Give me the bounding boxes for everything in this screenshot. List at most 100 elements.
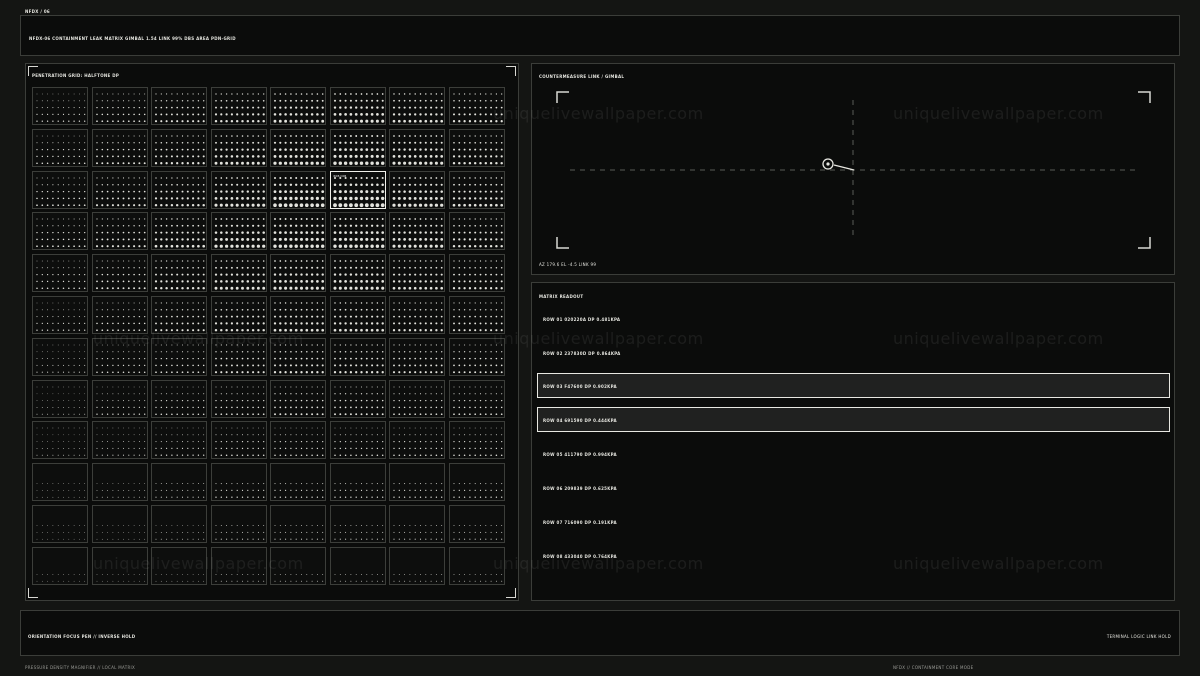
grid-cell[interactable]	[389, 463, 445, 502]
grid-cell[interactable]	[270, 463, 326, 502]
grid-cell[interactable]	[32, 296, 88, 334]
grid-cell[interactable]	[210, 463, 267, 502]
grid-cell[interactable]	[151, 212, 207, 251]
grid-cell[interactable]	[329, 421, 386, 460]
grid-cell[interactable]	[329, 337, 386, 376]
grid-cell[interactable]	[329, 87, 386, 125]
grid-cell[interactable]	[151, 170, 207, 209]
grid-cell[interactable]	[389, 128, 445, 167]
grid-cell[interactable]	[329, 254, 386, 293]
grid-cell[interactable]	[91, 379, 148, 418]
grid-cell[interactable]	[270, 421, 326, 460]
halftone-dot	[295, 357, 298, 360]
grid-cell[interactable]	[329, 212, 386, 251]
grid-cell[interactable]	[270, 128, 326, 167]
grid-cell[interactable]	[91, 170, 148, 209]
grid-cell[interactable]	[389, 421, 445, 460]
grid-cell[interactable]	[389, 170, 445, 209]
grid-cell[interactable]	[32, 379, 88, 418]
halftone-dot	[192, 267, 194, 269]
grid-cell[interactable]	[270, 379, 326, 418]
readout-row[interactable]: ROW 06 209839 dP 0.625kPa	[537, 475, 1170, 500]
readout-row[interactable]: ROW 04 691590 dP 0.444kPa	[537, 407, 1170, 432]
grid-cell[interactable]	[389, 337, 445, 376]
grid-cell[interactable]	[151, 87, 207, 125]
grid-cell[interactable]	[329, 505, 386, 543]
grid-cell[interactable]	[151, 128, 207, 167]
grid-cell[interactable]	[32, 254, 88, 293]
grid-cell[interactable]	[91, 254, 148, 293]
halftone-dot	[305, 328, 309, 332]
grid-cell[interactable]	[389, 379, 445, 418]
grid-cell[interactable]	[32, 421, 88, 460]
grid-cell[interactable]	[210, 254, 267, 293]
grid-cell[interactable]	[270, 87, 326, 125]
grid-cell[interactable]	[329, 463, 386, 502]
grid-cell[interactable]	[329, 128, 386, 167]
halftone-dot	[57, 260, 59, 262]
grid-cell-selected[interactable]: R03·C06	[329, 170, 386, 209]
grid-cell[interactable]	[151, 505, 207, 543]
grid-cell[interactable]	[448, 170, 505, 209]
grid-cell[interactable]	[151, 421, 207, 460]
grid-cell[interactable]	[210, 212, 267, 251]
grid-cell[interactable]	[448, 254, 505, 293]
grid-cell[interactable]	[329, 296, 386, 334]
grid-cell[interactable]	[151, 254, 207, 293]
readout-row[interactable]: ROW 03 F47600 dP 0.902kPa	[537, 373, 1170, 398]
grid-cell[interactable]	[210, 505, 267, 543]
grid-cell[interactable]	[210, 379, 267, 418]
grid-cell[interactable]	[91, 463, 148, 502]
grid-cell[interactable]	[32, 212, 88, 251]
grid-cell[interactable]	[389, 87, 445, 125]
grid-cell[interactable]	[270, 505, 326, 543]
halftone-dot	[84, 329, 86, 331]
halftone-dot	[197, 406, 200, 408]
grid-cell[interactable]	[389, 296, 445, 334]
halftone-dot	[408, 273, 411, 276]
grid-cell[interactable]	[91, 212, 148, 251]
grid-cell[interactable]	[210, 128, 267, 167]
halftone-dot	[78, 357, 80, 359]
halftone-dot	[261, 231, 265, 235]
grid-cell[interactable]	[91, 87, 148, 125]
grid-cell[interactable]	[151, 463, 207, 502]
halftone-dot	[452, 238, 455, 241]
grid-cell[interactable]	[210, 421, 267, 460]
grid-cell[interactable]	[448, 421, 505, 460]
grid-cell[interactable]	[32, 463, 88, 502]
readout-row[interactable]: ROW 07 716090 dP 0.191kPa	[537, 509, 1170, 534]
grid-cell[interactable]	[32, 505, 88, 543]
grid-cell[interactable]	[91, 505, 148, 543]
grid-cell[interactable]	[329, 379, 386, 418]
grid-cell[interactable]	[32, 170, 88, 209]
grid-cell[interactable]	[389, 546, 445, 585]
grid-cell[interactable]	[270, 170, 326, 209]
grid-cell[interactable]	[91, 421, 148, 460]
halftone-dot	[52, 190, 54, 192]
grid-cell[interactable]	[210, 170, 267, 209]
readout-row[interactable]: ROW 05 411790 dP 0.994kPa	[537, 441, 1170, 466]
grid-cell[interactable]	[329, 546, 386, 585]
halftone-dot	[468, 483, 470, 485]
grid-cell[interactable]	[448, 128, 505, 167]
grid-cell[interactable]	[210, 87, 267, 125]
halftone-dot	[262, 106, 265, 109]
grid-cell[interactable]	[448, 463, 505, 502]
grid-cell[interactable]	[32, 128, 88, 167]
grid-cell[interactable]	[389, 212, 445, 251]
grid-cell[interactable]	[448, 379, 505, 418]
grid-cell[interactable]	[448, 505, 505, 543]
grid-cell[interactable]	[448, 212, 505, 251]
grid-cell[interactable]	[389, 505, 445, 543]
grid-cell[interactable]	[32, 87, 88, 125]
grid-cell[interactable]	[32, 337, 88, 376]
grid-cell[interactable]	[270, 254, 326, 293]
grid-cell[interactable]	[32, 546, 88, 585]
readout-row[interactable]: ROW 01 020220a dP 0.481kPa	[537, 306, 1170, 331]
grid-cell[interactable]	[91, 128, 148, 167]
grid-cell[interactable]	[389, 254, 445, 293]
grid-cell[interactable]	[151, 379, 207, 418]
halftone-dot	[111, 351, 113, 353]
grid-cell[interactable]	[270, 212, 326, 251]
